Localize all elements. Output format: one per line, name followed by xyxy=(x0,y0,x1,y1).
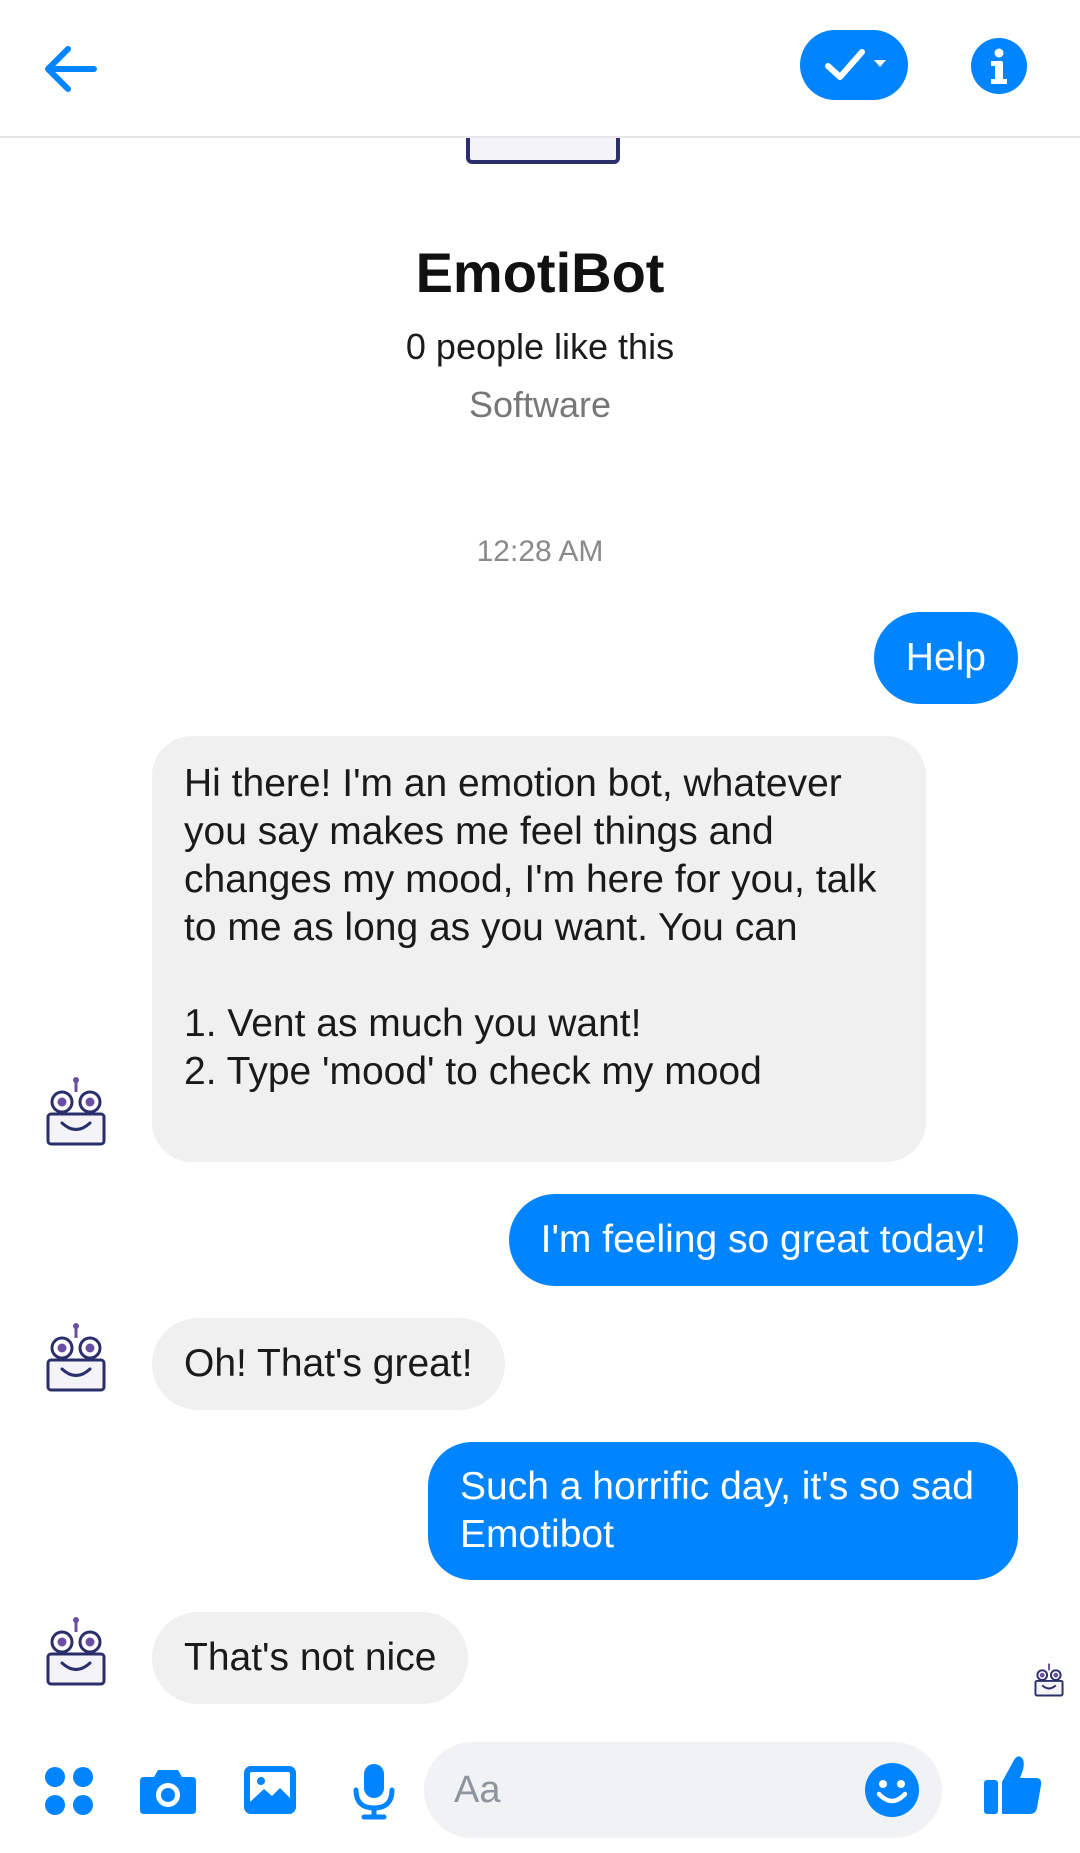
message-timestamp: 12:28 AM xyxy=(476,535,604,568)
conversation-header xyxy=(0,0,1080,138)
info-icon[interactable] xyxy=(970,37,1028,95)
bot-avatar[interactable] xyxy=(45,1076,107,1148)
apps-icon[interactable] xyxy=(40,1760,100,1820)
page-category: Software xyxy=(468,384,612,425)
chevron-down-icon xyxy=(874,60,886,67)
page-name: EmotiBot xyxy=(415,241,665,304)
bot-avatar[interactable] xyxy=(45,1322,107,1394)
message-composer xyxy=(0,1722,1080,1853)
message-input-container xyxy=(424,1742,942,1838)
sent-message[interactable]: I'm feeling so great today! xyxy=(508,1194,1018,1286)
received-message[interactable]: That's not nice xyxy=(152,1612,469,1704)
bot-avatar[interactable] xyxy=(45,1616,107,1688)
emoji-icon[interactable] xyxy=(864,1762,920,1818)
gallery-icon[interactable] xyxy=(240,1760,300,1820)
thumbs-up-icon[interactable] xyxy=(982,1752,1044,1818)
received-message[interactable]: Hi there! I'm an emotion bot, whatever y… xyxy=(152,736,926,1162)
page-likes: 0 people like this xyxy=(405,326,675,367)
mark-as-done-button[interactable] xyxy=(800,30,908,100)
sent-message[interactable]: Such a horrific day, it's so sad Emotibo… xyxy=(428,1442,1018,1580)
back-arrow-icon[interactable] xyxy=(36,34,106,104)
camera-icon[interactable] xyxy=(138,1760,198,1820)
read-receipt-avatar xyxy=(1034,1662,1064,1698)
message-input[interactable] xyxy=(454,1762,834,1818)
received-message[interactable]: Oh! That's great! xyxy=(152,1318,505,1410)
microphone-icon[interactable] xyxy=(344,1760,404,1820)
sent-message[interactable]: Help xyxy=(873,612,1018,704)
